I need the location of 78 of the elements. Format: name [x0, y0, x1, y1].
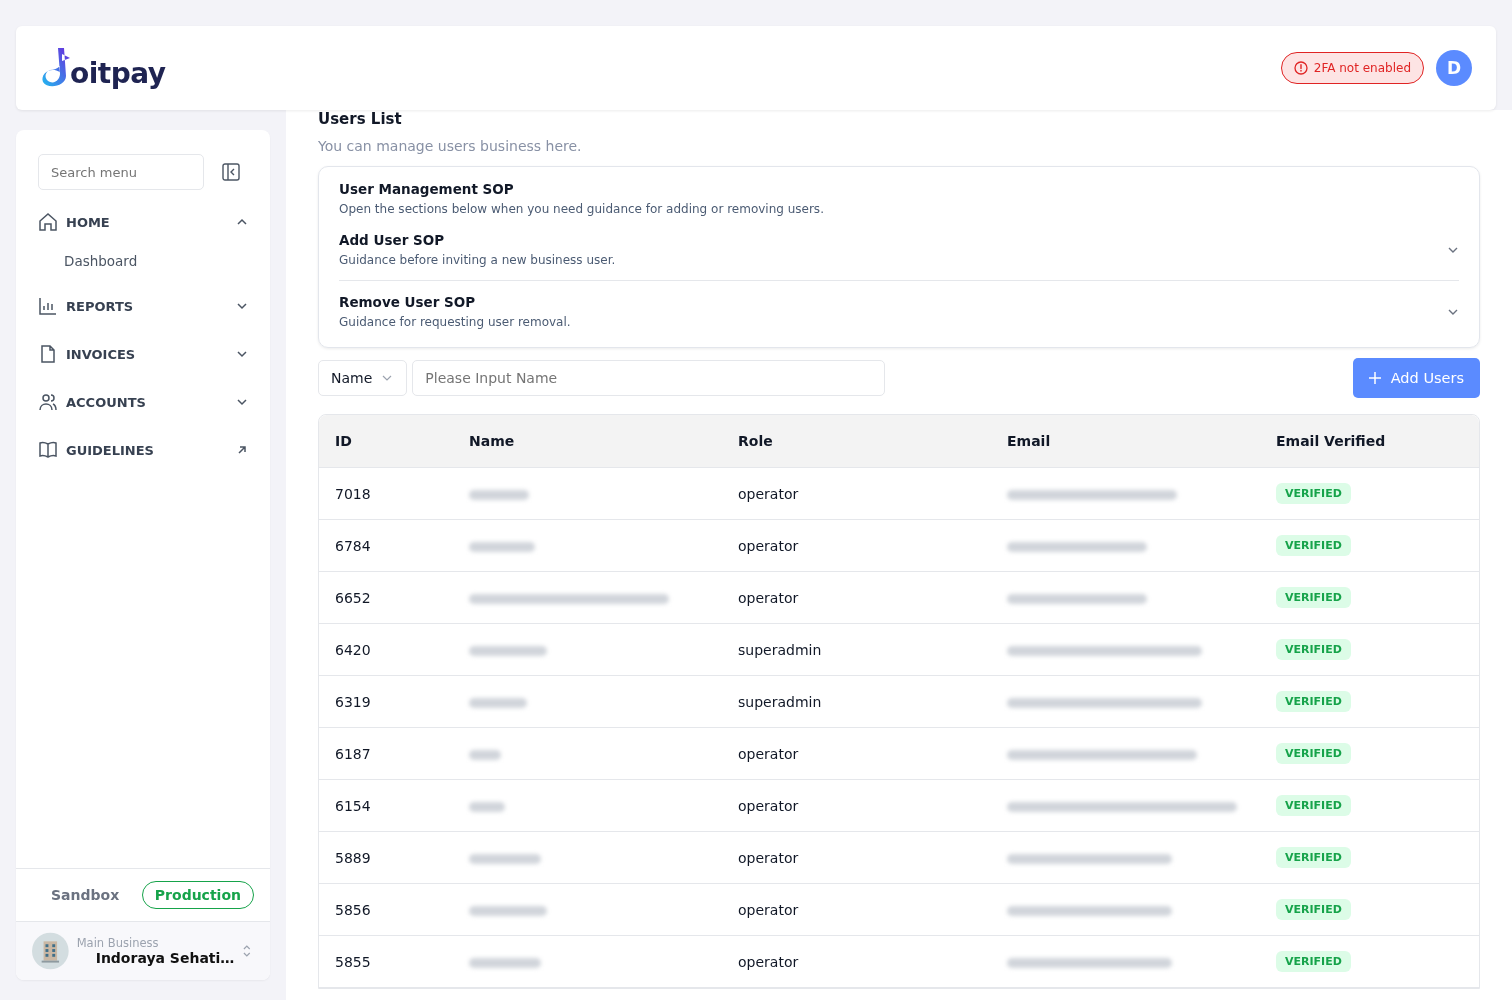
column-header: Email Verified	[1275, 433, 1387, 449]
accordion-title: Add User SOP	[339, 232, 446, 248]
sop-title: User Management SOP	[339, 181, 515, 197]
status-badge: VERIFIED	[1276, 639, 1351, 660]
logo-text: oitpay	[70, 57, 166, 90]
nav-item[interactable]: ACCOUNTS	[38, 386, 248, 418]
table-cell-text: operator	[737, 745, 800, 762]
table-cell-text: 6154	[334, 797, 372, 814]
users-icon	[38, 392, 58, 412]
blurred-text	[469, 697, 527, 708]
blurred-text	[469, 957, 541, 968]
search-field[interactable]: Search menu	[38, 154, 204, 190]
table-cell-text: 5855	[334, 953, 372, 970]
status-badge: VERIFIED	[1276, 743, 1351, 764]
business-name: Indoraya Sehati…	[94, 950, 235, 966]
table-cell-text: operator	[737, 537, 800, 554]
status-badge: VERIFIED	[1276, 483, 1351, 504]
table-cell-text: operator	[737, 953, 800, 970]
accordion-description: Guidance for requesting user removal.	[339, 315, 572, 329]
plus-icon	[1368, 372, 1381, 384]
business-caption: Main Business	[76, 936, 160, 950]
table-cell-text: operator	[737, 901, 800, 918]
table-cell-text: 6187	[334, 745, 372, 762]
column-header: ID	[334, 433, 353, 449]
alert-icon	[1293, 61, 1308, 75]
external-link-icon	[236, 444, 248, 456]
2fa-alert-badge[interactable]: 2FA not enabled	[1280, 52, 1424, 84]
page-title: Users List	[318, 110, 403, 128]
book-icon	[38, 440, 58, 460]
accordion-item[interactable]: Add User SOP Guidance before inviting a new business user.	[339, 232, 1459, 267]
column-header: Role	[737, 433, 774, 449]
chart-icon	[38, 296, 58, 316]
home-icon	[38, 212, 58, 232]
table-cell-text: superadmin	[737, 693, 823, 710]
sort-icon	[242, 943, 252, 959]
file-icon	[38, 344, 58, 364]
nav-item[interactable]: REPORTS	[38, 290, 248, 322]
sop-description: Open the sections below when you need guidance for adding or removing users.	[339, 202, 825, 216]
table-cell-text: operator	[737, 589, 800, 606]
collapse-sidebar-icon[interactable]	[222, 163, 240, 181]
status-badge: VERIFIED	[1276, 899, 1351, 920]
column-header: Email	[1006, 433, 1052, 449]
table-cell-text: 6420	[334, 641, 372, 658]
nav-item[interactable]: HOME	[38, 206, 248, 238]
accordion-title: Remove User SOP	[339, 294, 477, 310]
table-cell-text: 5856	[334, 901, 372, 918]
table-cell-text: 7018	[334, 485, 372, 502]
blurred-text	[469, 749, 501, 760]
blurred-text	[469, 541, 535, 552]
table-cell-text: 5889	[334, 849, 372, 866]
blurred-text	[469, 489, 529, 500]
column-header: Name	[468, 433, 516, 449]
status-badge: VERIFIED	[1276, 951, 1351, 972]
status-badge: VERIFIED	[1276, 587, 1351, 608]
status-badge: VERIFIED	[1276, 535, 1351, 556]
status-badge: VERIFIED	[1276, 691, 1351, 712]
chevron-icon	[382, 373, 393, 383]
table-cell-text: 6784	[334, 537, 372, 554]
table-cell-text: 6652	[334, 589, 372, 606]
blurred-text	[469, 853, 541, 864]
table-cell-text: operator	[737, 485, 800, 502]
filter-field-select[interactable]: Name	[318, 360, 408, 396]
accordion-item[interactable]: Remove User SOP Guidance for requesting user removal.	[339, 280, 1459, 329]
nav-subitem[interactable]: Dashboard	[38, 248, 248, 274]
table-cell-text: superadmin	[737, 641, 823, 658]
blurred-text	[469, 801, 505, 812]
business-switcher[interactable]: Main Business Indoraya Sehati…	[16, 921, 270, 980]
accordion-description: Guidance before inviting a new business user.	[339, 253, 617, 267]
nav-item[interactable]: GUIDELINES	[38, 434, 248, 466]
environment-toggle[interactable]: Sandbox	[38, 881, 133, 909]
table-cell-text: 6319	[334, 693, 372, 710]
name-search-field[interactable]: Please Input Name	[412, 360, 886, 396]
status-badge: VERIFIED	[1276, 795, 1351, 816]
status-badge: VERIFIED	[1276, 847, 1351, 868]
table-cell-text: operator	[737, 849, 800, 866]
nav-item[interactable]: INVOICES	[38, 338, 248, 370]
table-cell-text: operator	[737, 797, 800, 814]
page-subtitle: You can manage users business here.	[318, 138, 583, 154]
